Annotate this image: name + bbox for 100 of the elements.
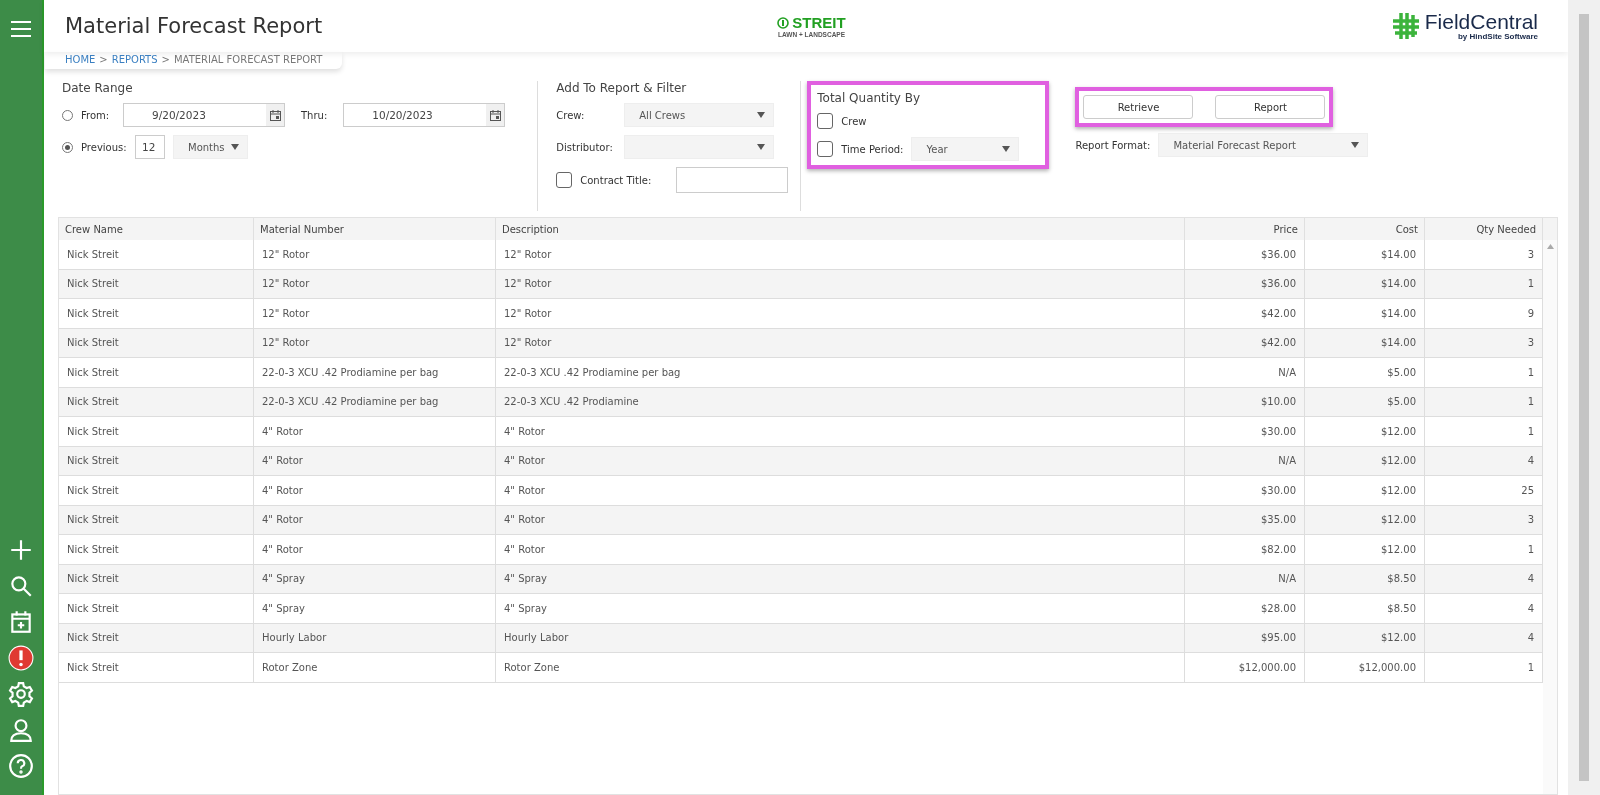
table-cell: Nick Streit — [59, 653, 254, 683]
table-cell: 1 — [1425, 535, 1543, 565]
crew-dropdown[interactable]: All Crews — [624, 103, 775, 127]
table-cell: $14.00 — [1305, 240, 1425, 270]
section-title: Total Quantity By — [817, 91, 922, 105]
contract-title-field[interactable] — [676, 167, 789, 193]
caret-icon — [231, 144, 239, 150]
checkbox[interactable] — [817, 141, 834, 157]
scroll-up-arrow-icon[interactable] — [1546, 244, 1554, 249]
table-cell: Nick Streit — [59, 387, 254, 417]
checkbox[interactable] — [817, 113, 834, 129]
caret-icon — [1351, 142, 1360, 148]
table-cell: $95.00 — [1185, 623, 1305, 653]
number-field[interactable]: 12 — [135, 135, 165, 159]
table-cell: Nick Streit — [59, 358, 254, 388]
table-cell: $28.00 — [1185, 594, 1305, 624]
caret-icon — [757, 144, 766, 150]
table-cell: Rotor Zone — [496, 653, 1185, 683]
field-label: Contract Title: — [580, 174, 653, 186]
table-cell: $5.00 — [1305, 358, 1425, 388]
table-cell: Nick Streit — [59, 564, 254, 594]
table-cell: 1 — [1425, 269, 1543, 299]
table-cell: 4" Rotor — [254, 446, 496, 476]
checkbox[interactable] — [556, 172, 573, 188]
table-cell: $12.00 — [1305, 446, 1425, 476]
section-title: Date Range — [62, 81, 134, 95]
table-cell: 4 — [1425, 446, 1543, 476]
table-cell: $12.00 — [1305, 476, 1425, 506]
table-cell: $42.00 — [1185, 328, 1305, 358]
table-cell: Nick Streit — [59, 476, 254, 506]
table-cell: 22-0-3 XCU .42 Prodiamine per bag — [254, 358, 496, 388]
table-cell: $35.00 — [1185, 505, 1305, 535]
table-cell: 1 — [1425, 387, 1543, 417]
unit-dropdown[interactable]: Months — [173, 135, 248, 159]
field-label: Time Period: — [841, 143, 904, 155]
table-cell: Nick Streit — [59, 623, 254, 653]
table-cell: 4" Spray — [496, 594, 1185, 624]
table-cell: $8.50 — [1305, 594, 1425, 624]
date-field[interactable]: 10/20/2023 — [343, 103, 506, 127]
table-cell: $12.00 — [1305, 417, 1425, 447]
field-label: Previous: — [81, 141, 127, 153]
table-cell: 4" Rotor — [254, 535, 496, 565]
table-cell: Nick Streit — [59, 446, 254, 476]
table-cell: $14.00 — [1305, 328, 1425, 358]
table-cell: 3 — [1425, 505, 1543, 535]
breadcrumb-separator: > — [99, 54, 108, 65]
table-cell: 4" Rotor — [496, 476, 1185, 506]
table-cell: Rotor Zone — [254, 653, 496, 683]
table-cell: 4 — [1425, 594, 1543, 624]
table-cell: $5.00 — [1305, 387, 1425, 417]
help-icon[interactable] — [6, 751, 36, 781]
table-cell: Nick Streit — [59, 299, 254, 329]
table-cell: $30.00 — [1185, 417, 1305, 447]
breadcrumb-link[interactable]: REPORTS — [111, 54, 158, 65]
settings-icon[interactable] — [6, 679, 36, 709]
table-cell: 22-0-3 XCU .42 Prodiamine per bag — [496, 358, 1185, 388]
table-cell: $30.00 — [1185, 476, 1305, 506]
table-cell: 12" Rotor — [254, 328, 496, 358]
caret-icon — [757, 112, 766, 118]
table-cell: Nick Streit — [59, 594, 254, 624]
table-cell: $36.00 — [1185, 240, 1305, 270]
table-cell: $12,000.00 — [1305, 653, 1425, 683]
table-cell: 4" Spray — [254, 594, 496, 624]
page-scrollbar[interactable] — [1568, 0, 1600, 795]
table-cell: 4" Spray — [496, 564, 1185, 594]
table-cell: Nick Streit — [59, 328, 254, 358]
report-format-dropdown[interactable]: Material Forecast Report — [1158, 133, 1369, 157]
calendar-icon — [489, 109, 501, 121]
scrollbar[interactable] — [1543, 240, 1557, 794]
table-cell: 4" Rotor — [254, 505, 496, 535]
table-cell: 4" Rotor — [496, 535, 1185, 565]
field-label: Distributor: — [556, 141, 614, 153]
table-cell: 4" Rotor — [496, 417, 1185, 447]
table-cell: 22-0-3 XCU .42 Prodiamine — [496, 387, 1185, 417]
table-cell: Nick Streit — [59, 269, 254, 299]
breadcrumb-separator: > — [161, 54, 170, 65]
action-button[interactable]: Report — [1215, 95, 1326, 119]
table-cell: 1 — [1425, 417, 1543, 447]
table-cell: Hourly Labor — [496, 623, 1185, 653]
table-cell: $82.00 — [1185, 535, 1305, 565]
table-cell: Hourly Labor — [254, 623, 496, 653]
table-cell: 12" Rotor — [254, 240, 496, 270]
table-cell: 12" Rotor — [496, 328, 1185, 358]
table-cell: 4" Rotor — [496, 505, 1185, 535]
calendar-icon — [269, 109, 281, 121]
app-logo: FieldCentral by HindSite Software — [998, 11, 1538, 41]
table-cell: 4" Rotor — [496, 446, 1185, 476]
alert-icon[interactable] — [6, 643, 36, 673]
date-field[interactable]: 9/20/2023 — [123, 103, 285, 127]
time-period-dropdown[interactable]: Year — [911, 137, 1020, 161]
breadcrumb-link[interactable]: HOME — [65, 54, 96, 65]
table-cell: 4 — [1425, 623, 1543, 653]
table-cell: $12.00 — [1305, 623, 1425, 653]
table-cell: Nick Streit — [59, 505, 254, 535]
page-title: Material Forecast Report — [65, 14, 324, 38]
table-cell: $12.00 — [1305, 505, 1425, 535]
section-title: Add To Report & Filter — [556, 81, 688, 95]
table-cell: 1 — [1425, 358, 1543, 388]
table-cell: $12.00 — [1305, 535, 1425, 565]
action-button[interactable]: Retrieve — [1083, 95, 1194, 119]
